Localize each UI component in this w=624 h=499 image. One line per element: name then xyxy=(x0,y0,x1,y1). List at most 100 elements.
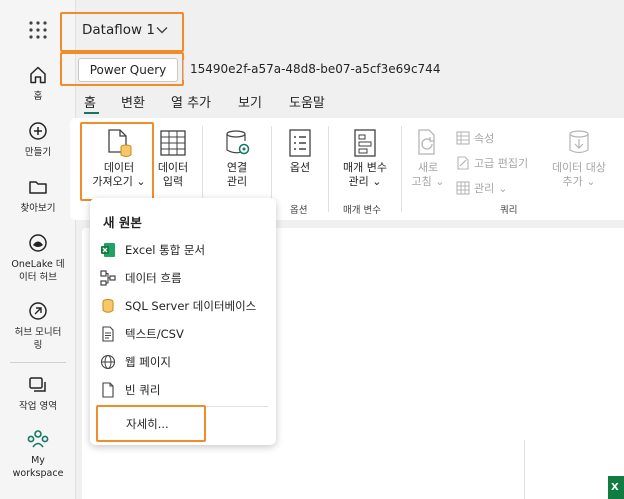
rail-item-label: 찾아보기 xyxy=(20,203,56,214)
refresh-label-line1: 새로 xyxy=(417,161,439,174)
get-data-label-text: 가져오기 xyxy=(92,175,133,188)
dropdown-item-label: 데이터 흐름 xyxy=(125,271,182,285)
rail-divider xyxy=(10,362,66,363)
dropdown-item-label: SQL Server 데이터베이스 xyxy=(125,299,257,313)
connection-gear-icon xyxy=(226,130,250,155)
rail-item-create[interactable]: 만들기 xyxy=(0,120,76,159)
manage-table-icon xyxy=(456,181,470,195)
dropdown-item-web-page[interactable]: 웹 페이지 xyxy=(100,351,171,373)
query-id-text: 15490e2f-a57a-48d8-be07-a5cf3e69c744 xyxy=(190,62,441,76)
dropdown-item-label: 텍스트/CSV xyxy=(125,327,184,341)
rail-item-label: 작업 영역 xyxy=(19,401,57,412)
group-label-options: 옵션 xyxy=(290,205,308,216)
refresh-label-line2: 고침 ⌄ xyxy=(408,175,448,189)
database-icon xyxy=(100,298,116,314)
rail-item-label-line1: My xyxy=(31,455,45,466)
manage-button[interactable]: 관리 ⌄ xyxy=(456,180,507,196)
get-data-dropdown xyxy=(90,198,276,445)
add-data-destination-button[interactable]: 데이터 대상 추가 ⌄ xyxy=(546,128,612,189)
folder-icon xyxy=(29,181,47,194)
advanced-editor-button[interactable]: 고급 편집기 xyxy=(456,155,528,171)
rail-item-label-line2: 링 xyxy=(33,340,43,351)
refresh-label-text: 고침 xyxy=(411,175,432,188)
workspaces-icon xyxy=(29,377,46,392)
excel-icon xyxy=(100,242,116,258)
tab-active-indicator xyxy=(84,112,99,114)
properties-button[interactable]: 속성 xyxy=(456,130,494,146)
manage-parameters-button[interactable]: 매개 변수 관리 ⌄ xyxy=(336,128,394,189)
data-destination-icon xyxy=(569,130,589,154)
rail-item-label-line1: OneLake 데 xyxy=(11,259,65,270)
properties-icon xyxy=(456,131,470,145)
refresh-button[interactable]: 새로 고침 ⌄ xyxy=(408,128,448,189)
get-data-icon xyxy=(108,129,132,157)
manage-connections-label-line1: 연결 xyxy=(226,161,248,174)
manage-parameters-label-line1: 매개 변수 xyxy=(343,161,387,174)
chevron-down-icon: ⌄ xyxy=(498,181,508,195)
options-label: 옵션 xyxy=(289,161,311,174)
manage-parameters-label-text: 관리 xyxy=(348,175,369,188)
dataflow-title[interactable]: Dataflow 1 xyxy=(82,22,155,38)
tab-add-column[interactable]: 열 추가 xyxy=(171,92,211,111)
refresh-icon xyxy=(418,129,435,155)
get-data-button[interactable]: 데이터 가져오기 ⌄ xyxy=(86,128,152,189)
advanced-editor-label: 고급 편집기 xyxy=(474,157,529,170)
table-icon xyxy=(160,130,186,156)
enter-data-label-line2: 입력 xyxy=(162,175,184,188)
rail-item-label-line2: 이터 허브 xyxy=(19,272,57,283)
monitor-icon xyxy=(29,302,47,320)
properties-label: 속성 xyxy=(474,132,495,145)
rail-item-home[interactable]: 홈 xyxy=(0,64,76,103)
my-workspace-icon xyxy=(27,430,49,448)
dropdown-item-blank-query[interactable]: 빈 쿼리 xyxy=(100,379,160,401)
text-file-icon xyxy=(100,326,116,342)
dropdown-item-label: 웹 페이지 xyxy=(125,355,171,369)
dropdown-item-text-csv[interactable]: 텍스트/CSV xyxy=(100,323,184,345)
globe-icon xyxy=(100,354,116,370)
rail-item-label: 만들기 xyxy=(24,147,52,158)
rail-item-onelake[interactable]: OneLake 데 이터 허브 xyxy=(0,232,76,284)
chevron-down-icon: ⌄ xyxy=(435,175,445,188)
tab-help[interactable]: 도움말 xyxy=(289,92,325,111)
enter-data-button[interactable]: 데이터 입력 xyxy=(153,128,193,189)
manage-connections-button[interactable]: 연결 관리 xyxy=(212,128,262,189)
group-label-query: 쿼리 xyxy=(500,205,518,216)
canvas-pane-divider xyxy=(524,440,525,499)
data-destination-label-text: 추가 xyxy=(562,175,583,188)
data-destination-label-line1: 데이터 대상 xyxy=(551,161,607,174)
dropdown-item-label: 빈 쿼리 xyxy=(125,383,161,397)
dropdown-divider xyxy=(98,406,268,407)
parameters-icon xyxy=(354,129,376,157)
app-launcher-icon[interactable] xyxy=(28,20,48,40)
data-destination-label-line2: 추가 ⌄ xyxy=(546,175,612,189)
power-query-button[interactable]: Power Query xyxy=(78,58,178,82)
chevron-down-icon: ⌄ xyxy=(372,175,382,188)
left-rail: 홈 만들기 찾아보기 OneLake 데 이터 허브 허브 모니터 링 작업 영… xyxy=(0,0,76,499)
manage-connections-label-line2: 관리 xyxy=(226,175,248,188)
dropdown-more-link[interactable]: 자세히... xyxy=(126,416,169,432)
tab-view[interactable]: 보기 xyxy=(238,92,262,111)
onelake-icon xyxy=(29,234,47,252)
dropdown-title: 새 원본 xyxy=(103,215,142,230)
blank-query-icon xyxy=(100,382,116,398)
rail-item-monitoring[interactable]: 허브 모니터 링 xyxy=(0,300,76,352)
dropdown-item-sql-server[interactable]: SQL Server 데이터베이스 xyxy=(100,295,256,317)
dropdown-item-dataflow[interactable]: 데이터 흐름 xyxy=(100,267,182,289)
chevron-down-icon: ⌄ xyxy=(136,175,146,188)
dropdown-item-label: Excel 통합 문서 xyxy=(125,243,206,257)
rail-item-label-line2: workspace xyxy=(12,468,64,479)
advanced-editor-icon xyxy=(457,156,469,170)
rail-item-workspaces[interactable]: 작업 영역 xyxy=(0,374,76,413)
rail-item-my-workspace[interactable]: My workspace xyxy=(0,428,76,480)
dropdown-item-excel[interactable]: Excel 통합 문서 xyxy=(100,239,205,261)
ribbon-divider xyxy=(328,126,329,212)
tab-home[interactable]: 홈 xyxy=(84,92,96,111)
group-label-parameters: 매개 변수 xyxy=(343,205,381,216)
query-bar-divider xyxy=(183,60,184,80)
chevron-down-icon[interactable] xyxy=(156,26,168,34)
options-button[interactable]: 옵션 xyxy=(280,128,320,175)
rail-item-browse[interactable]: 찾아보기 xyxy=(0,176,76,215)
manage-label: 관리 xyxy=(474,182,495,195)
tab-transform[interactable]: 변환 xyxy=(121,92,145,111)
get-data-label-line1: 데이터 xyxy=(103,161,135,174)
